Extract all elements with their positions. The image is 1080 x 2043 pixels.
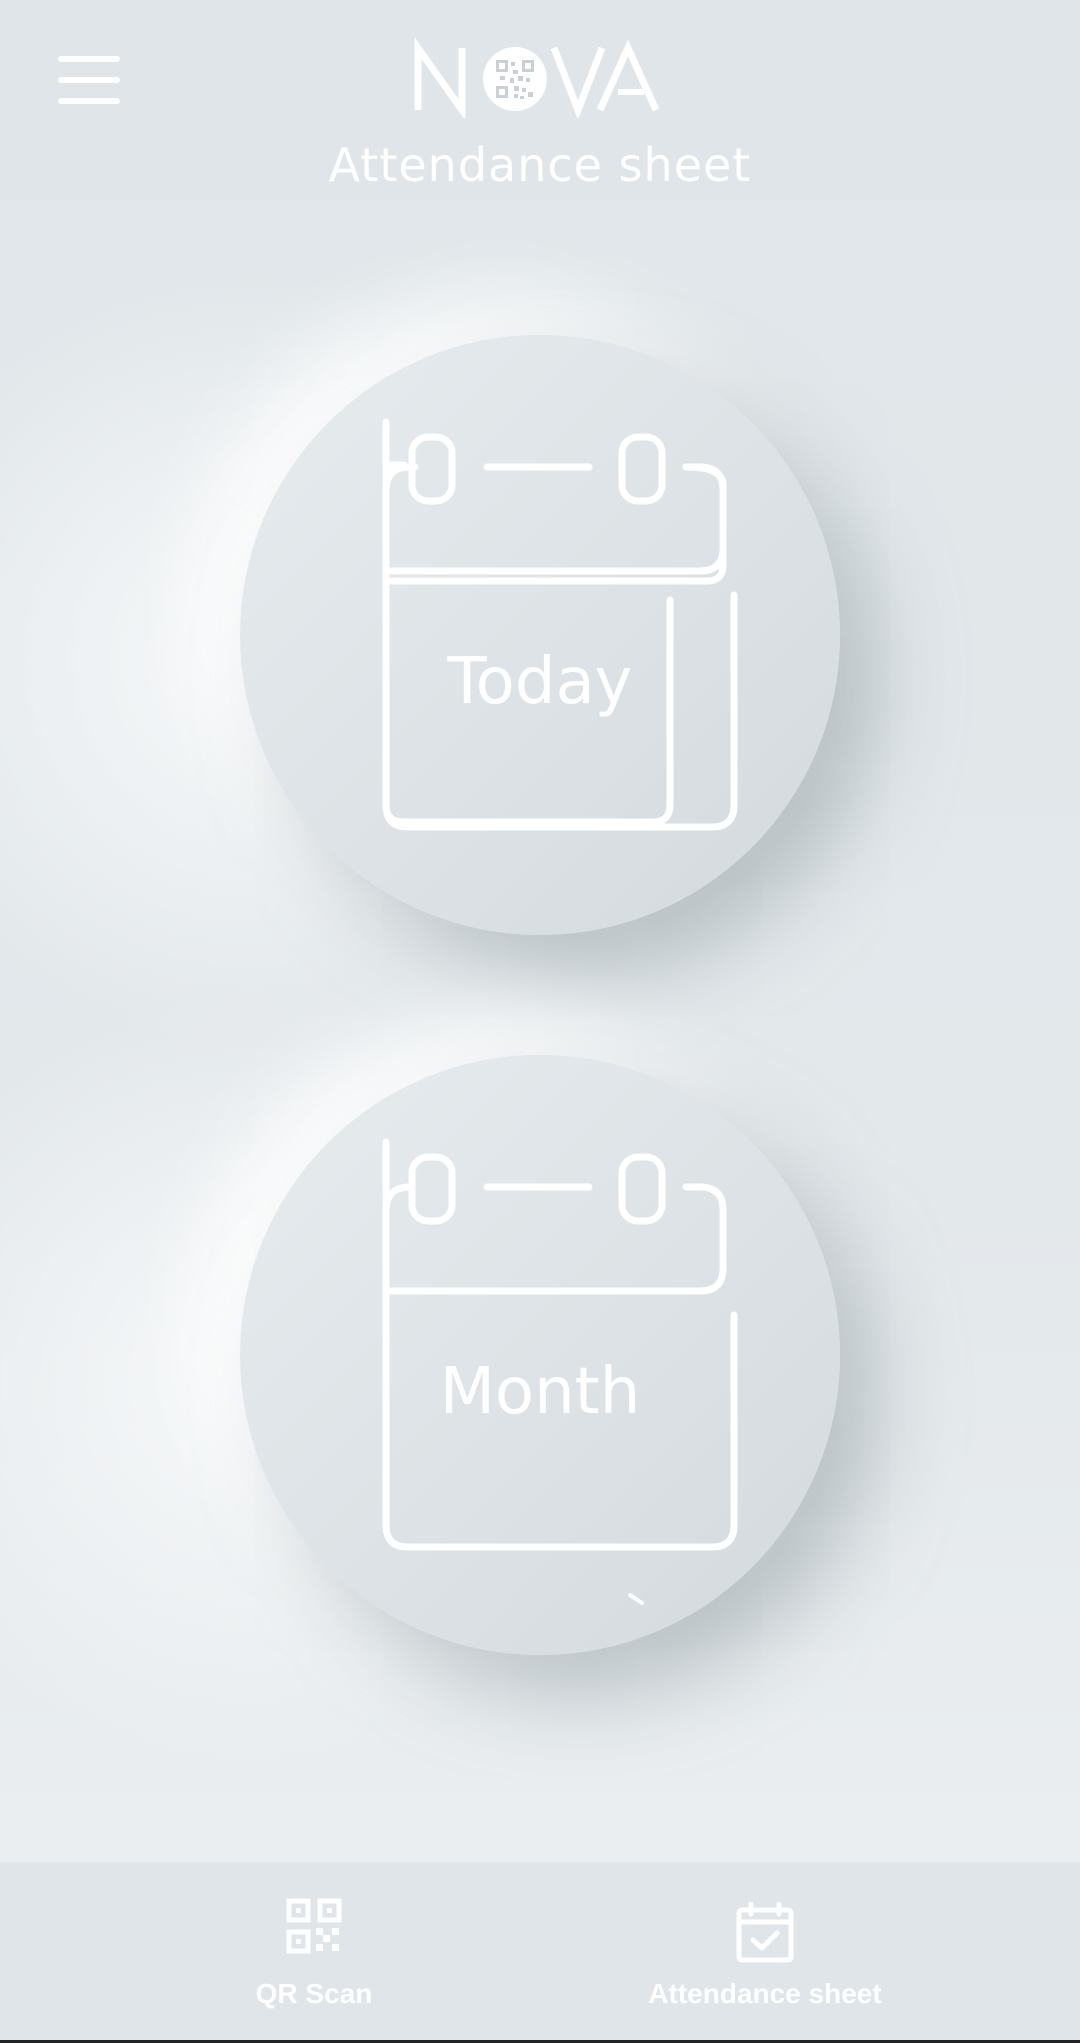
month-button[interactable]: Month (240, 1055, 840, 1655)
calendar-check-icon (736, 1902, 794, 1963)
nav-item-qr-scan[interactable]: QR Scan (214, 1862, 414, 2040)
nav-item-attendance-sheet[interactable]: Attendance sheet (620, 1862, 910, 2040)
month-label: Month (439, 1355, 641, 1429)
calendar-icon (382, 418, 738, 831)
app-screen: Attendance sheet Today Month QR Scan Att… (0, 0, 1080, 2043)
app-header: Attendance sheet (0, 0, 1080, 200)
nova-logo (414, 38, 660, 118)
hamburger-menu-icon[interactable] (58, 56, 120, 104)
today-label: Today (447, 645, 633, 719)
bottom-nav: QR Scan Attendance sheet (0, 1862, 1080, 2040)
today-button[interactable]: Today (240, 335, 840, 935)
nav-label-attendance-sheet: Attendance sheet (648, 1978, 882, 2009)
qr-code-icon (286, 1898, 342, 1954)
page-title: Attendance sheet (328, 138, 752, 192)
nav-label-qr-scan: QR Scan (255, 1978, 373, 2009)
main-content: Today Month (0, 200, 1080, 1862)
